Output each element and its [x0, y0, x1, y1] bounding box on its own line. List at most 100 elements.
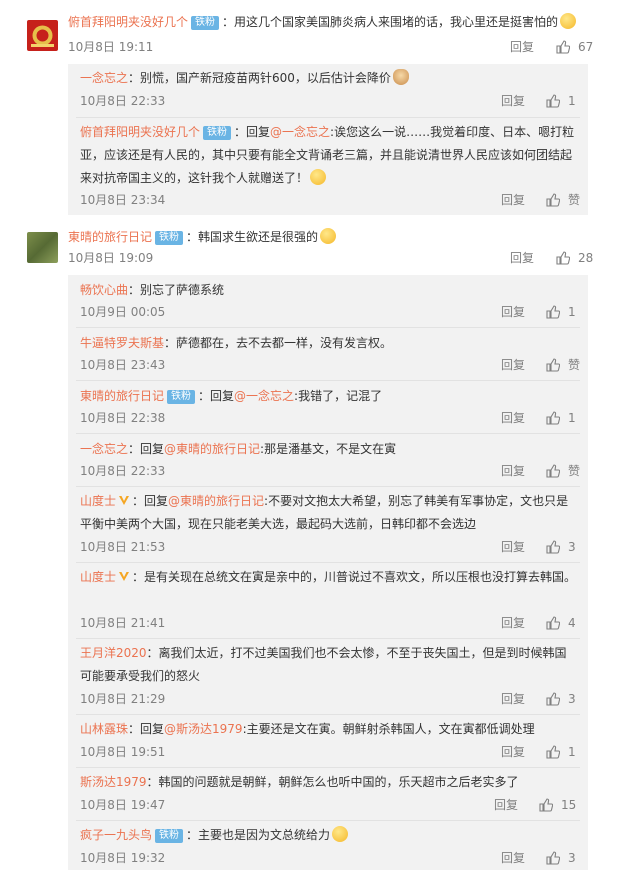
like-count: 赞 [568, 193, 581, 207]
reply-meta: 10月8日 23:43 回复 赞 [80, 355, 580, 375]
like-button[interactable]: 4 [546, 613, 576, 633]
mention-link[interactable]: @東晴的旅行日记 [164, 442, 260, 456]
reply-button[interactable]: 回复 [494, 795, 518, 815]
like-button[interactable]: 28 [556, 248, 593, 268]
like-button[interactable]: 1 [546, 742, 576, 762]
avatar[interactable] [27, 232, 58, 263]
username-link[interactable]: 疯子一九头鸟 [80, 828, 152, 842]
divider [76, 486, 580, 487]
divider [76, 820, 580, 821]
username-link[interactable]: 牛逼特罗夫斯基 [80, 336, 164, 350]
reply-meta: 10月8日 19:32 回复 3 [80, 848, 578, 868]
reply-body: ：韩国的问题就是朝鲜，朝鲜怎么也听中国的，乐天超市之后老实多了 [146, 775, 519, 789]
reply-text: 山林露珠：回复@斯汤达1979:主要还是文在寅。朝鲜射杀韩国人，文在寅都低调处理 [80, 718, 578, 741]
reply-list: 畅饮心曲：别忘了萨德系统 10月9日 00:05 回复 1 牛逼特罗夫斯基：萨德… [68, 275, 588, 870]
reply-prefix: ：回复 [198, 389, 235, 403]
emoji-icon [560, 13, 577, 29]
timestamp: 10月8日 19:47 [80, 798, 166, 812]
mention-link[interactable]: @一念忘之 [234, 389, 294, 403]
like-button[interactable]: 15 [539, 795, 576, 815]
divider [76, 562, 580, 563]
reply-body: :我错了，记混了 [294, 389, 383, 403]
reply-button[interactable]: 回复 [510, 248, 534, 268]
comment-text: 東晴的旅行日记 铁粉 ：韩国求生欲还是很强的 [68, 227, 599, 247]
like-button[interactable]: 3 [546, 848, 576, 868]
fan-badge: 铁粉 [191, 16, 220, 30]
like-button[interactable]: 1 [546, 91, 576, 111]
reply-body: ：离我们太近，打不过美国我们也不会太惨，不至于丧失国土，但是到时候韩国可能要承受… [80, 646, 567, 683]
reply-prefix: ：回复 [128, 722, 165, 736]
like-button[interactable]: 赞 [546, 461, 580, 481]
avatar[interactable] [27, 20, 58, 51]
like-button[interactable]: 3 [546, 689, 576, 709]
emoji-icon [332, 826, 349, 842]
like-count: 1 [568, 94, 576, 108]
mention-link[interactable]: @一念忘之 [270, 125, 330, 139]
thumb-up-icon [546, 193, 560, 207]
username-link[interactable]: 東晴的旅行日记 [68, 230, 152, 244]
username-link[interactable]: 東晴的旅行日记 [80, 389, 164, 403]
emoji-icon [392, 69, 409, 85]
reply-button[interactable]: 回复 [501, 408, 525, 428]
like-count: 28 [578, 251, 594, 265]
verified-v-icon [118, 491, 130, 505]
like-button[interactable]: 1 [546, 408, 576, 428]
username-link[interactable]: 俯首拜阳明夹没好几个 [68, 15, 188, 29]
like-count: 4 [568, 616, 576, 630]
reply-button[interactable]: 回复 [501, 848, 525, 868]
timestamp: 10月8日 21:29 [80, 692, 166, 706]
reply-button[interactable]: 回复 [501, 689, 525, 709]
reply-button[interactable]: 回复 [501, 461, 525, 481]
reply-text: 斯汤达1979：韩国的问题就是朝鲜，朝鲜怎么也听中国的，乐天超市之后老实多了 [80, 771, 578, 794]
username-link[interactable]: 山度士 [80, 494, 116, 508]
timestamp: 10月8日 22:38 [80, 411, 166, 425]
reply-button[interactable]: 回复 [501, 742, 525, 762]
username-link[interactable]: 斯汤达1979 [80, 775, 147, 789]
reply-body: :主要还是文在寅。朝鲜射杀韩国人，文在寅都低调处理 [242, 722, 535, 736]
like-button[interactable]: 1 [546, 302, 576, 322]
reply-text: 王月洋2020：离我们太近，打不过美国我们也不会太惨，不至于丧失国土，但是到时候… [80, 642, 578, 688]
reply-body: ：别慌，国产新冠疫苗两针600，以后估计会降价 [128, 71, 391, 85]
reply-meta: 10月8日 22:33 回复 1 [80, 91, 578, 111]
like-button[interactable]: 67 [556, 37, 593, 57]
reply-button[interactable]: 回复 [501, 537, 525, 557]
like-button[interactable]: 3 [546, 537, 576, 557]
username-link[interactable]: 一念忘之 [80, 71, 128, 85]
reply-button[interactable]: 回复 [501, 190, 525, 210]
emoji-icon [310, 169, 327, 185]
thumb-up-icon [546, 692, 560, 706]
username-link[interactable]: 山度士 [80, 570, 116, 584]
thumb-up-icon [546, 745, 560, 759]
username-link[interactable]: 山林露珠 [80, 722, 128, 736]
reply-button[interactable]: 回复 [510, 37, 534, 57]
reply-text: 一念忘之：别慌，国产新冠疫苗两针600，以后估计会降价 [80, 67, 578, 90]
fan-badge: 铁粉 [155, 231, 184, 245]
reply-meta: 10月8日 19:47 回复 15 [80, 795, 578, 815]
reply-text: 疯子一九头鸟 铁粉 ：主要也是因为文总统给力 [80, 824, 578, 847]
username-link[interactable]: 一念忘之 [80, 442, 128, 456]
username-link[interactable]: 畅饮心曲 [80, 283, 128, 297]
like-count: 15 [561, 798, 577, 812]
reply-button[interactable]: 回复 [501, 613, 525, 633]
timestamp: 10月8日 21:53 [80, 540, 166, 554]
reply-button[interactable]: 回复 [501, 355, 525, 375]
reply-text: 東晴的旅行日记 铁粉 ：回复@一念忘之:我错了，记混了 [80, 385, 578, 408]
reply-meta: 10月8日 23:34 回复 赞 [80, 190, 580, 210]
reply-button[interactable]: 回复 [501, 91, 525, 111]
divider [76, 433, 580, 434]
thumb-up-icon [546, 305, 560, 319]
like-button[interactable]: 赞 [546, 355, 580, 375]
mention-link[interactable]: @東晴的旅行日记 [168, 494, 264, 508]
reply-button[interactable]: 回复 [501, 302, 525, 322]
thumb-up-icon [556, 251, 570, 265]
timestamp: 10月8日 19:09 [68, 251, 154, 265]
like-button[interactable]: 赞 [546, 190, 580, 210]
username-link[interactable]: 王月洋2020 [80, 646, 147, 660]
thumb-up-icon [546, 464, 560, 478]
username-link[interactable]: 俯首拜阳明夹没好几个 [80, 125, 200, 139]
reply-meta: 10月8日 21:29 回复 3 [80, 689, 578, 709]
mention-link[interactable]: @斯汤达1979 [164, 722, 243, 736]
timestamp: 10月8日 21:41 [80, 616, 166, 630]
reply-meta: 10月9日 00:05 回复 1 [80, 302, 578, 322]
like-count: 1 [568, 305, 576, 319]
